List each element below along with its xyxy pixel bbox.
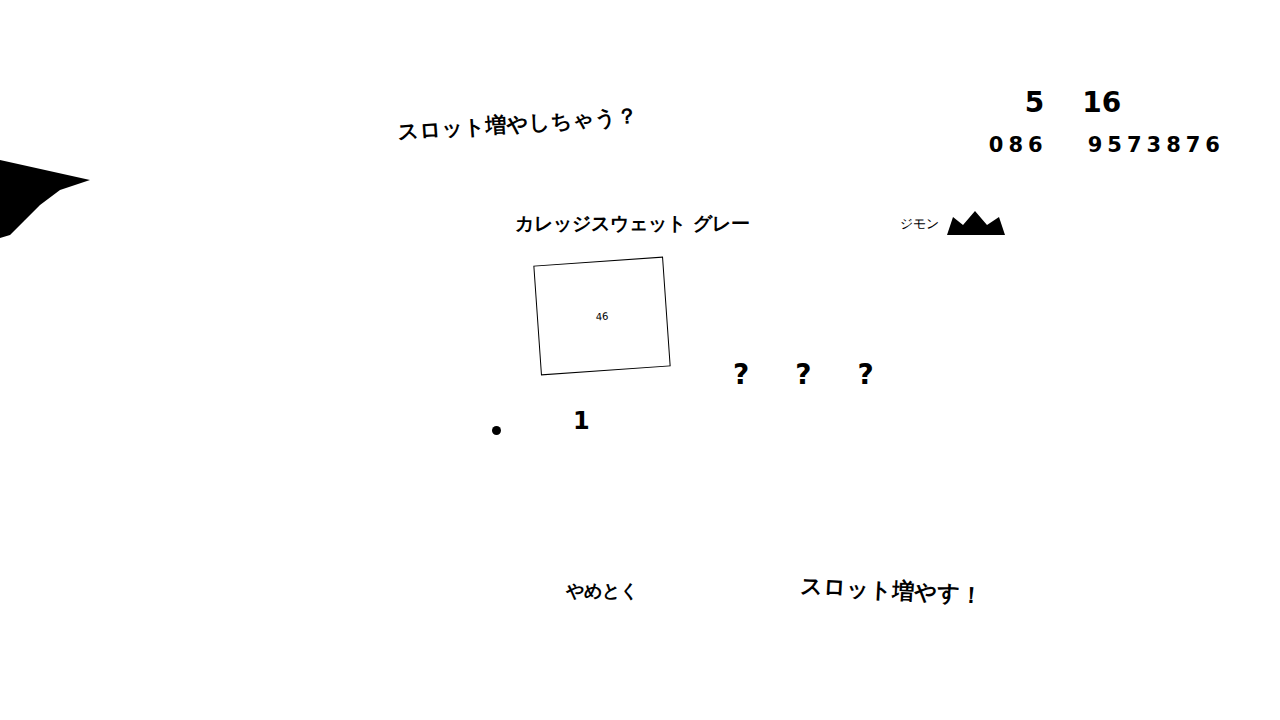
- header: スロット増やしちゃう？5160869573876: [0, 0, 1280, 157]
- count-b: 16: [1082, 86, 1121, 119]
- dialog-button[interactable]: スロット増やす！: [793, 567, 989, 615]
- brand: ジモン: [900, 209, 1007, 239]
- brand-logo-icon: [945, 209, 1007, 239]
- code-a: 086: [989, 133, 1048, 157]
- cost: 1: [573, 407, 590, 435]
- hud: 5 16 086 9573876: [989, 86, 1225, 157]
- slot: ?: [733, 358, 749, 391]
- gear-row: カレッジスウェット グレー ジモン: [0, 209, 1280, 239]
- cost-row: 1: [0, 407, 1280, 435]
- hud-counts: 5 16: [989, 86, 1225, 119]
- gear-tag: 46: [595, 310, 608, 322]
- gear-name: カレッジスウェット グレー: [515, 211, 750, 237]
- foliage-icon: [0, 160, 95, 240]
- slot-list: ???: [733, 358, 874, 391]
- slot: ?: [795, 358, 811, 391]
- body-row: 46???: [0, 261, 1280, 371]
- slot: ?: [858, 358, 874, 391]
- brand-name: ジモン: [900, 215, 939, 233]
- code-b: 9573876: [1088, 133, 1225, 157]
- ticket-icon: [492, 426, 501, 435]
- slot-dialog-screen: スロット増やしちゃう？ 5 16 086 9573876 カレッジスウェット グレー ジモン…: [0, 0, 1280, 720]
- gear-card: 46: [533, 257, 670, 376]
- hud-code: 086 9573876: [989, 133, 1225, 157]
- count-a: 5: [1025, 86, 1044, 119]
- dialog-title: スロット増やしちゃう？: [397, 102, 640, 166]
- button-row: やめとくスロット増やす！: [0, 572, 1280, 610]
- dialog-button[interactable]: やめとく: [560, 575, 644, 607]
